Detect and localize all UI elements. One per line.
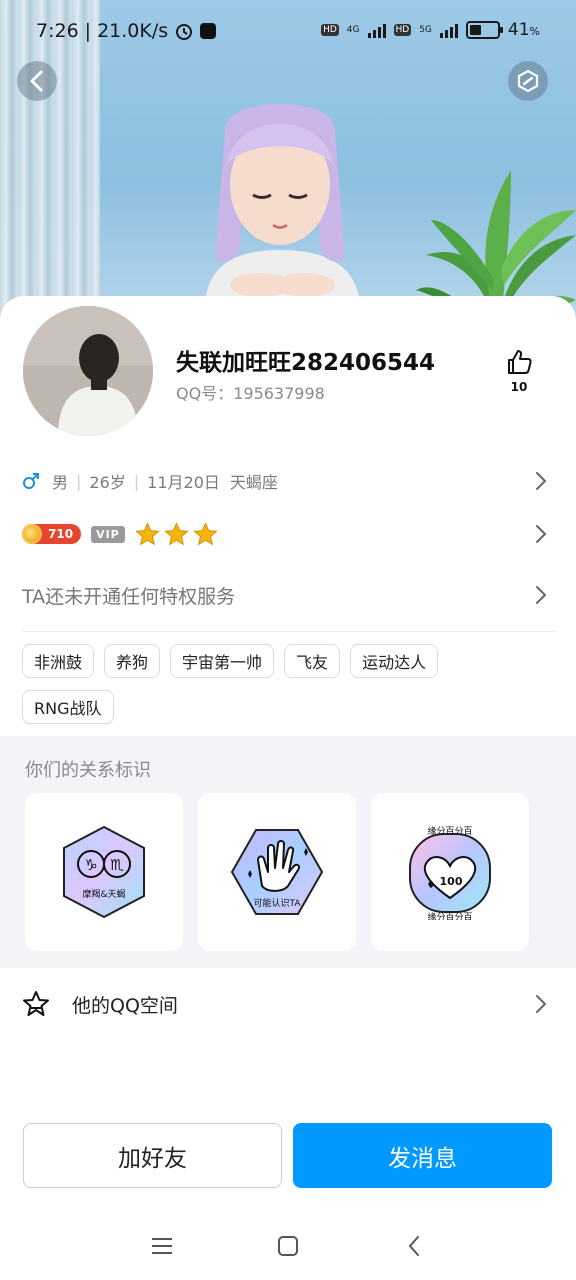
battery-percent: 41% <box>507 20 540 40</box>
interest-tags: 非洲鼓 养狗 宇宙第一帅 飞友 运动达人 RNG战队 <box>22 644 522 724</box>
back-button[interactable] <box>17 61 57 101</box>
edit-cover-button[interactable] <box>508 61 548 101</box>
status-bar: 7:26 | 21.0K/s HD 4G HD 5G 41% <box>0 0 576 62</box>
status-separator: | <box>84 20 92 42</box>
star-rating <box>135 521 218 547</box>
birthday: 11月20日 <box>147 473 220 492</box>
male-gender-icon <box>23 473 39 489</box>
zodiac-badge-icon: ♑ ♏ 摩羯&天蝎 <box>63 825 145 919</box>
back-nav-button[interactable] <box>399 1231 429 1261</box>
wave-hand-badge-icon: 可能认识TA <box>230 829 324 915</box>
privilege-row[interactable]: TA还未开通任何特权服务 <box>0 578 576 612</box>
like-count: 10 <box>510 380 528 394</box>
star-icon <box>164 521 189 545</box>
tag-chip[interactable]: 养狗 <box>104 644 161 678</box>
avatar-3d-figure <box>205 103 360 310</box>
qq-number-line: QQ号：195637998 <box>176 380 325 404</box>
relationship-card-fate[interactable]: 缘分百分百 100 缘分百分百 <box>371 793 529 951</box>
divider <box>22 631 556 632</box>
signal-bars-icon-2 <box>439 22 458 38</box>
may-know-badge-label: 可能认识TA <box>254 897 302 909</box>
chevron-right-icon <box>536 525 547 543</box>
qq-level-badge: 710 <box>22 524 82 544</box>
hd-icon-2: HD <box>393 24 412 36</box>
zodiac-badge-label: 摩羯&天蝎 <box>82 888 125 900</box>
vip-badge: VIP <box>91 525 125 543</box>
tag-chip[interactable]: 飞友 <box>284 644 341 678</box>
alarm-icon <box>176 24 193 40</box>
status-time: 7:26 <box>36 20 79 42</box>
home-square-icon <box>278 1236 298 1256</box>
separator: | <box>133 471 140 491</box>
scorpio-glyph: ♏ <box>110 856 124 874</box>
separator: | <box>76 471 82 491</box>
star-icon <box>193 521 218 545</box>
capricorn-glyph: ♑ <box>84 856 97 874</box>
menu-nav-button[interactable] <box>147 1231 177 1261</box>
coin-icon <box>22 524 42 544</box>
back-arrow-icon <box>30 70 43 92</box>
zodiac: 天蝎座 <box>229 473 278 492</box>
relationship-card-zodiac[interactable]: ♑ ♏ 摩羯&天蝎 <box>25 793 183 951</box>
qq-number[interactable]: 195637998 <box>233 384 325 403</box>
star-icon <box>135 521 160 545</box>
network-4g-label: 4G <box>346 25 360 35</box>
send-message-button[interactable]: 发消息 <box>293 1123 552 1188</box>
nickname: 失联加旺旺282406544 <box>176 350 436 376</box>
qzone-label: 他的QQ空间 <box>72 994 178 1017</box>
hd-icon: HD <box>321 24 339 36</box>
fate-badge-value: 100 <box>440 875 463 888</box>
thumbs-up-icon <box>508 350 532 374</box>
fate-badge-top-label: 缘分百分百 <box>427 825 472 837</box>
relationship-title: 你们的关系标识 <box>25 760 151 781</box>
home-nav-button[interactable] <box>273 1231 303 1261</box>
basic-info-row[interactable]: 男 | 26岁 | 11月20日 天蝎座 <box>0 466 576 496</box>
chevron-right-icon <box>536 995 547 1013</box>
privilege-text: TA还未开通任何特权服务 <box>22 585 236 608</box>
like-button[interactable]: 10 <box>502 348 536 394</box>
relationship-card-may-know[interactable]: 可能认识TA <box>198 793 356 951</box>
tag-chip[interactable]: 运动达人 <box>350 644 439 678</box>
tag-chip[interactable]: RNG战队 <box>22 690 114 724</box>
tag-chip[interactable]: 宇宙第一帅 <box>170 644 275 678</box>
fate-badge-bottom-label: 缘分百分百 <box>427 911 472 920</box>
hexagon-edit-icon <box>517 69 539 93</box>
network-5g-label: 5G <box>419 25 432 35</box>
heart-100-badge-icon: 缘分百分百 100 缘分百分百 <box>409 825 491 920</box>
back-chevron-icon <box>408 1236 419 1256</box>
badges-row[interactable]: 710 VIP <box>0 518 576 550</box>
qzone-row[interactable]: 他的QQ空间 <box>0 978 576 1030</box>
signal-bars-icon <box>367 22 386 38</box>
system-nav-bar <box>0 1215 576 1275</box>
age: 26岁 <box>89 473 126 492</box>
gender: 男 <box>52 473 69 492</box>
add-friend-button[interactable]: 加好友 <box>23 1123 282 1188</box>
avatar[interactable] <box>23 306 153 436</box>
notification-app-icon <box>200 23 217 39</box>
relationship-section: 你们的关系标识 ♑ ♏ 摩羯&天蝎 可能认识TA 缘分百分百 100 缘分百分百 <box>0 736 576 968</box>
menu-icon <box>152 1238 172 1254</box>
chevron-right-icon <box>536 586 547 604</box>
battery-fill <box>469 25 481 35</box>
battery-icon <box>465 21 503 39</box>
star-outline-icon <box>23 991 49 1016</box>
qq-label: QQ号： <box>176 384 234 403</box>
tag-chip[interactable]: 非洲鼓 <box>22 644 95 678</box>
network-speed: 21.0K/s <box>97 20 169 42</box>
chevron-right-icon <box>536 472 547 490</box>
